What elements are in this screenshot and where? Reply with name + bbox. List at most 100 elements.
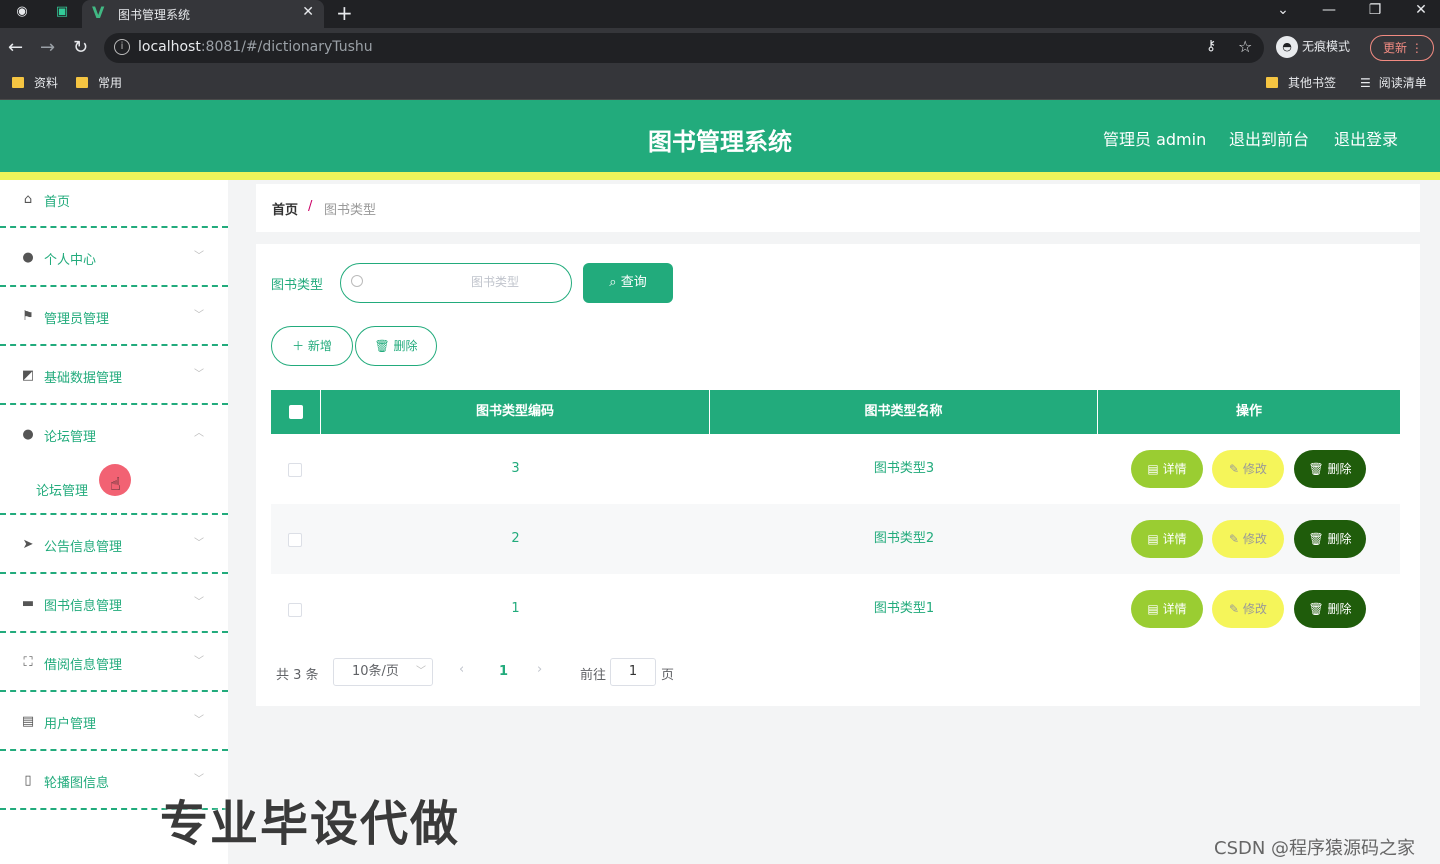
next-page-icon[interactable]: › <box>537 662 542 677</box>
delete-label: 删除 <box>1327 602 1352 616</box>
divider <box>0 513 228 515</box>
edit-button[interactable]: ✎ 修改 <box>1212 590 1284 628</box>
app-header: 图书管理系统 管理员 admin 退出到前台 退出登录 <box>0 100 1440 172</box>
delete-button[interactable]: 🗑 删除 <box>1294 590 1366 628</box>
pencil-icon: ✎ <box>1229 602 1243 616</box>
folder-icon <box>76 77 88 88</box>
restore-icon[interactable]: ❐ <box>1360 2 1390 18</box>
search-input[interactable] <box>471 275 567 289</box>
search-field[interactable] <box>340 263 572 303</box>
column-header: 操作 <box>1235 404 1262 419</box>
detail-button[interactable]: ▤ 详情 <box>1131 520 1203 558</box>
info-icon[interactable]: i <box>114 39 130 55</box>
app-icon[interactable]: ▣ <box>52 4 72 24</box>
browser-menu-icon[interactable]: ◉ <box>12 4 32 24</box>
sidebar-item-users[interactable]: ▤ 用户管理 ﹀ <box>0 702 228 742</box>
table-header: 图书类型编码 图书类型名称 操作 <box>271 390 1400 434</box>
promo-overlay-text: 专业毕设代做 <box>160 796 461 852</box>
delete-button[interactable]: 🗑 删除 <box>1294 450 1366 488</box>
select-all-checkbox[interactable] <box>289 405 303 419</box>
minimize-icon[interactable]: — <box>1314 2 1344 18</box>
tab-search-icon[interactable]: ⌄ <box>1268 2 1298 18</box>
prev-page-icon[interactable]: ‹ <box>459 662 464 677</box>
search-icon <box>351 275 363 287</box>
sidebar: ⌂ 首页 ● 个人中心 ﹀ ⚑ 管理员管理 ﹀ ◩ 基础数据管理 ﹀ ● 论坛管… <box>0 180 228 864</box>
query-label: 查询 <box>620 275 647 290</box>
incognito-indicator[interactable]: ◓ 无痕模式 <box>1276 36 1350 58</box>
page-number[interactable]: 1 <box>499 664 508 679</box>
bookmark-folder[interactable]: 资料 <box>12 74 58 91</box>
batch-delete-button[interactable]: 🗑 删除 <box>355 326 437 366</box>
sidebar-item-admin[interactable]: ⚑ 管理员管理 ﹀ <box>0 297 228 337</box>
bookmark-label: 资料 <box>34 76 59 90</box>
column-header[interactable]: 图书类型名称 <box>710 390 1098 434</box>
sidebar-item-notice[interactable]: ➤ 公告信息管理 ﹀ <box>0 525 228 565</box>
fullscreen-icon: ⛶ <box>23 655 33 670</box>
sidebar-item-personal[interactable]: ● 个人中心 ﹀ <box>0 238 228 278</box>
reload-icon[interactable]: ↻ <box>73 37 88 58</box>
sidebar-item-forum[interactable]: ● 论坛管理 ︿ <box>0 415 228 455</box>
breadcrumb-home[interactable]: 首页 <box>272 199 298 218</box>
document-icon: ▤ <box>21 714 35 729</box>
search-label: 图书类型 <box>271 278 324 293</box>
delete-button[interactable]: 🗑 删除 <box>1294 520 1366 558</box>
browser-tab[interactable]: V 图书管理系统 ✕ <box>82 0 324 28</box>
pencil-icon: ✎ <box>1229 462 1243 476</box>
sidebar-item-label: 图书信息管理 <box>44 599 123 614</box>
logout-link[interactable]: 退出登录 <box>1334 126 1398 150</box>
url-field[interactable]: i localhost:8081/#/dictionaryTushu ⚷ ☆ <box>104 33 1264 63</box>
key-icon[interactable]: ⚷ <box>1206 38 1216 54</box>
submenu-item-forum[interactable]: 论坛管理 <box>36 480 88 499</box>
sidebar-item-books[interactable]: ▬ 图书信息管理 ﹀ <box>0 584 228 624</box>
chevron-up-icon: ︿ <box>194 428 204 439</box>
bookmark-label: 阅读清单 <box>1378 76 1427 90</box>
bookmark-folder[interactable]: 常用 <box>76 74 122 91</box>
row-checkbox[interactable] <box>288 533 302 547</box>
row-checkbox[interactable] <box>288 603 302 617</box>
bookmark-label: 其他书签 <box>1288 76 1337 90</box>
app-title: 图书管理系统 <box>648 128 792 156</box>
update-button[interactable]: 更新 ⋮ <box>1370 35 1434 61</box>
back-icon[interactable]: ← <box>8 37 23 58</box>
sidebar-item-basic-data[interactable]: ◩ 基础数据管理 ﹀ <box>0 356 228 396</box>
other-bookmarks[interactable]: 其他书签 <box>1266 74 1336 91</box>
edit-label: 修改 <box>1242 532 1267 546</box>
watermark: CSDN @程序猿源码之家 <box>1214 838 1416 859</box>
cell-name: 图书类型2 <box>873 531 935 546</box>
column-header[interactable]: 图书类型编码 <box>321 390 710 434</box>
sidebar-item-borrow[interactable]: ⛶ 借阅信息管理 ﹀ <box>0 643 228 683</box>
close-window-icon[interactable]: ✕ <box>1406 2 1436 18</box>
hand-cursor-icon: ☝ <box>110 474 121 495</box>
table-row: 1 图书类型1 ▤ 详情 ✎ 修改 🗑 删除 <box>271 574 1400 644</box>
forward-icon[interactable]: → <box>40 37 55 58</box>
divider <box>0 749 228 751</box>
detail-button[interactable]: ▤ 详情 <box>1131 590 1203 628</box>
user-icon: ● <box>22 250 34 265</box>
chart-icon: ◩ <box>21 368 35 383</box>
delete-label: 删除 <box>1327 532 1352 546</box>
detail-button[interactable]: ▤ 详情 <box>1131 450 1203 488</box>
plus-icon: ＋ <box>292 339 308 353</box>
edit-button[interactable]: ✎ 修改 <box>1212 450 1284 488</box>
sidebar-item-home[interactable]: ⌂ 首页 <box>0 180 228 220</box>
edit-button[interactable]: ✎ 修改 <box>1212 520 1284 558</box>
star-icon[interactable]: ☆ <box>1238 37 1252 56</box>
sidebar-item-label: 管理员管理 <box>44 312 110 327</box>
query-button[interactable]: ⌕ 查询 <box>583 263 673 303</box>
breadcrumb-separator: / <box>308 199 313 214</box>
close-tab-icon[interactable]: ✕ <box>302 4 314 20</box>
main-content: 图书类型 ⌕ 查询 ＋ 新增 🗑 删除 图书类型编码 图书类型名称 操作 3 图… <box>256 244 1420 706</box>
to-front-link[interactable]: 退出到前台 <box>1229 126 1309 150</box>
row-checkbox[interactable] <box>288 463 302 477</box>
chevron-down-icon: ﹀ <box>416 666 426 677</box>
edit-label: 修改 <box>1242 462 1267 476</box>
chevron-down-icon: ﹀ <box>194 251 204 262</box>
reading-list[interactable]: ☰ 阅读清单 <box>1360 74 1427 91</box>
add-button[interactable]: ＋ 新增 <box>271 326 353 366</box>
new-tab-icon[interactable]: + <box>336 1 353 25</box>
page-size-select[interactable]: 10条/页 ﹀ <box>333 658 433 686</box>
chevron-down-icon: ﹀ <box>194 715 204 726</box>
goto-page-input[interactable]: 1 <box>610 658 656 686</box>
document-icon: ▤ <box>1147 602 1163 616</box>
address-bar: ← → ↻ i localhost:8081/#/dictionaryTushu… <box>0 28 1440 68</box>
